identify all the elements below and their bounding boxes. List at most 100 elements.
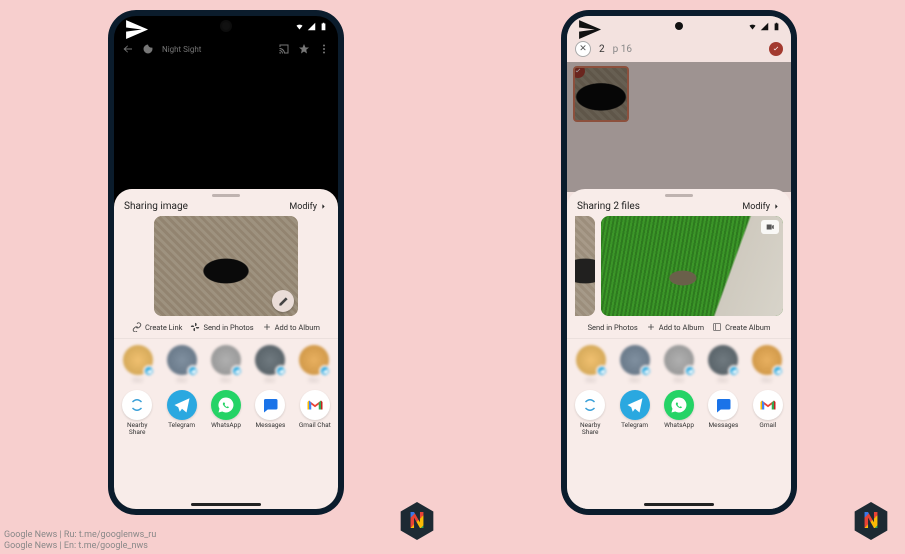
link-icon bbox=[132, 322, 142, 332]
cast-icon[interactable] bbox=[278, 43, 290, 55]
video-badge bbox=[761, 220, 779, 234]
gallery-thumb-selected[interactable] bbox=[573, 66, 629, 122]
wifi-icon bbox=[748, 22, 757, 31]
app-gmail[interactable]: Gmail bbox=[749, 390, 787, 429]
suggested-contact[interactable]: blur bbox=[164, 345, 200, 384]
suggested-contact[interactable]: blur bbox=[749, 345, 785, 384]
attribution-text: Google News | Ru: t.me/googlenws_ru Goog… bbox=[4, 530, 156, 551]
send-in-photos-chip[interactable]: Send in Photos bbox=[190, 322, 253, 332]
suggested-contact[interactable]: blur bbox=[208, 345, 244, 384]
create-link-chip[interactable]: Create Link bbox=[132, 322, 183, 332]
messages-icon bbox=[714, 396, 732, 414]
apps-row: Nearby Share Telegram WhatsApp Messages … bbox=[567, 386, 791, 444]
whatsapp-icon bbox=[217, 396, 235, 414]
send-icon bbox=[124, 17, 149, 42]
star-icon[interactable] bbox=[298, 43, 310, 55]
app-messages[interactable]: Messages bbox=[704, 390, 742, 429]
gmail-icon bbox=[306, 396, 324, 414]
app-gmail[interactable]: Gmail Chat bbox=[296, 390, 334, 429]
suggested-contact[interactable]: blur bbox=[573, 345, 609, 384]
share-sheet: Sharing image Modify Create Link bbox=[114, 189, 338, 509]
camera-cutout bbox=[222, 22, 230, 30]
app-nearby-share[interactable]: Nearby Share bbox=[571, 390, 609, 436]
camera-cutout bbox=[675, 22, 683, 30]
pencil-icon bbox=[278, 296, 289, 307]
check-badge bbox=[573, 66, 585, 78]
telegram-badge-icon bbox=[687, 368, 694, 375]
send-in-photos-chip[interactable]: Send in Photos bbox=[588, 323, 638, 332]
send-icon bbox=[577, 17, 602, 42]
suggested-contact[interactable]: blur bbox=[705, 345, 741, 384]
nav-handle[interactable] bbox=[644, 503, 714, 506]
battery-icon bbox=[772, 22, 781, 31]
messages-icon bbox=[261, 396, 279, 414]
telegram-badge-icon bbox=[731, 368, 738, 375]
signal-icon bbox=[307, 22, 316, 31]
gmail-icon bbox=[759, 396, 777, 414]
telegram-icon bbox=[173, 396, 191, 414]
app-messages[interactable]: Messages bbox=[251, 390, 289, 429]
chevron-right-icon bbox=[319, 202, 328, 211]
video-icon bbox=[765, 222, 775, 232]
battery-icon bbox=[319, 22, 328, 31]
sheet-title: Sharing 2 files bbox=[577, 201, 640, 212]
share-sheet: Sharing 2 files Modify Send in Photos bbox=[567, 189, 791, 509]
suggested-contact[interactable]: blur bbox=[120, 345, 156, 384]
selected-indicator[interactable] bbox=[769, 42, 783, 56]
app-nearby-share[interactable]: Nearby Share bbox=[118, 390, 156, 436]
check-icon bbox=[574, 67, 582, 75]
telegram-badge-icon bbox=[234, 368, 241, 375]
telegram-icon bbox=[626, 396, 644, 414]
action-chip-row: Send in Photos Add to Album Create Album bbox=[567, 316, 791, 339]
edit-preview-button[interactable] bbox=[272, 290, 294, 312]
sheet-drag-handle[interactable] bbox=[665, 194, 693, 197]
suggested-contact[interactable]: blur bbox=[296, 345, 332, 384]
photo-viewer-body[interactable] bbox=[114, 62, 338, 192]
viewer-mode-label: Night Sight bbox=[162, 45, 201, 54]
suggested-contacts-row: blur blur blur blur blur bbox=[567, 339, 791, 386]
nightsight-icon bbox=[142, 43, 154, 55]
phone-frame-right: 11:13 ✕ 2 p 16 Sharing 2 f bbox=[561, 10, 797, 515]
share-preview-image[interactable] bbox=[601, 216, 783, 316]
suggested-contact[interactable]: blur bbox=[252, 345, 288, 384]
collection-label: p 16 bbox=[613, 44, 632, 55]
nearby-icon bbox=[581, 396, 599, 414]
sheet-title: Sharing image bbox=[124, 201, 188, 212]
wifi-icon bbox=[295, 22, 304, 31]
share-preview-image[interactable] bbox=[154, 216, 298, 316]
selection-count: 2 bbox=[599, 44, 605, 55]
check-icon bbox=[772, 45, 780, 53]
app-telegram[interactable]: Telegram bbox=[162, 390, 200, 429]
app-telegram[interactable]: Telegram bbox=[615, 390, 653, 429]
telegram-badge-icon bbox=[278, 368, 285, 375]
add-to-album-chip[interactable]: Add to Album bbox=[646, 322, 704, 332]
chevron-right-icon bbox=[772, 202, 781, 211]
modify-button[interactable]: Modify bbox=[742, 202, 781, 212]
app-whatsapp[interactable]: WhatsApp bbox=[207, 390, 245, 429]
app-whatsapp[interactable]: WhatsApp bbox=[660, 390, 698, 429]
telegram-badge-icon bbox=[190, 368, 197, 375]
phone-frame-left: 10:44 Night Sight Sharing image bbox=[108, 10, 344, 515]
sheet-drag-handle[interactable] bbox=[212, 194, 240, 197]
whatsapp-icon bbox=[670, 396, 688, 414]
more-icon[interactable] bbox=[318, 43, 330, 55]
telegram-badge-icon bbox=[146, 368, 153, 375]
close-selection-button[interactable]: ✕ bbox=[575, 41, 591, 57]
nav-handle[interactable] bbox=[191, 503, 261, 506]
suggested-contact[interactable]: blur bbox=[661, 345, 697, 384]
album-icon bbox=[712, 322, 722, 332]
suggested-contacts-row: blur blur blur blur blur bbox=[114, 339, 338, 386]
signal-icon bbox=[760, 22, 769, 31]
create-album-chip[interactable]: Create Album bbox=[712, 322, 770, 332]
share-preview-prev[interactable] bbox=[575, 216, 595, 316]
suggested-contact[interactable]: blur bbox=[617, 345, 653, 384]
action-chip-row: Create Link Send in Photos Add to Album bbox=[114, 316, 338, 339]
watermark-logo: N bbox=[852, 502, 890, 540]
apps-row: Nearby Share Telegram WhatsApp Messages … bbox=[114, 386, 338, 444]
watermark-logo: N bbox=[398, 502, 436, 540]
gallery-grid[interactable] bbox=[567, 62, 791, 192]
add-to-album-chip[interactable]: Add to Album bbox=[262, 322, 320, 332]
modify-button[interactable]: Modify bbox=[289, 202, 328, 212]
plus-icon bbox=[262, 322, 272, 332]
back-icon[interactable] bbox=[122, 43, 134, 55]
